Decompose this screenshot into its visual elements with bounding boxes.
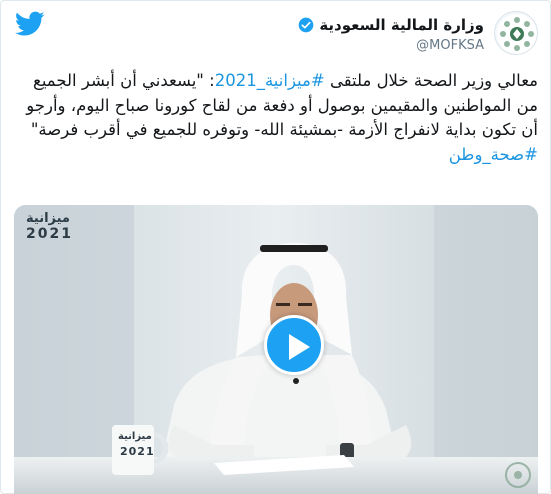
video-logo-top-word: ميزانية: [26, 211, 70, 226]
mug-logo-word: ميزانية: [118, 431, 152, 442]
tweet-text-segment: معالي وزير الصحة خلال ملتقى: [324, 71, 538, 90]
tweet-text: معالي وزير الصحة خلال ملتقى #ميزانية_202…: [13, 69, 538, 167]
display-name-row[interactable]: وزارة المالية السعودية: [298, 14, 484, 36]
mug-logo-year: 2021: [120, 445, 155, 458]
twitter-bird-icon[interactable]: [15, 11, 45, 37]
video-player[interactable]: ميزانية 2021 ميزانية 2021: [14, 205, 538, 494]
hashtag-link[interactable]: #ميزانية_2021: [215, 71, 325, 90]
hashtag-link[interactable]: #صحة_وطن: [449, 145, 538, 164]
play-button[interactable]: [264, 315, 324, 375]
verified-badge-icon: [298, 17, 314, 33]
display-name[interactable]: وزارة المالية السعودية: [319, 16, 484, 34]
handle[interactable]: @MOFKSA: [416, 38, 484, 53]
ministry-emblem-icon: [497, 14, 537, 54]
play-icon: [289, 334, 310, 360]
video-logo-top-year: 2021: [26, 226, 73, 242]
avatar[interactable]: [494, 11, 538, 55]
tweet-card[interactable]: وزارة المالية السعودية @MOFKSA معالي وزي…: [0, 0, 551, 494]
